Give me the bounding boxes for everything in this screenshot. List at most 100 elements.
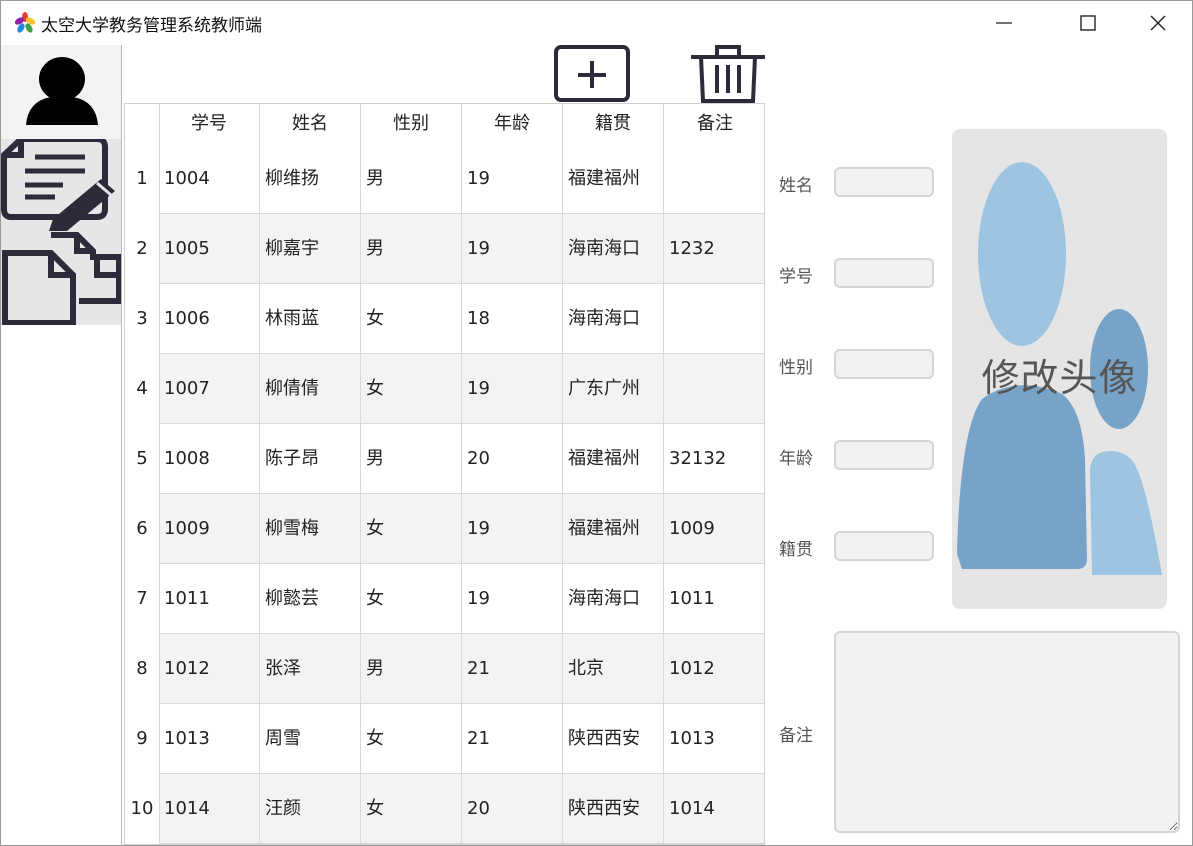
- cell-notes[interactable]: [664, 284, 764, 354]
- cell-name[interactable]: 张泽: [260, 634, 361, 704]
- header-origin[interactable]: 籍贯: [563, 104, 664, 144]
- cell-name[interactable]: 林雨蓝: [260, 284, 361, 354]
- table-row[interactable]: 3 1006 林雨蓝 女 18 海南海口: [125, 284, 764, 354]
- cell-student-id[interactable]: 1004: [159, 144, 260, 214]
- cell-origin[interactable]: 北京: [563, 634, 664, 704]
- maximize-button[interactable]: [1053, 1, 1123, 45]
- cell-notes[interactable]: 32132: [664, 424, 764, 494]
- row-number[interactable]: 5: [125, 424, 159, 494]
- table-row[interactable]: 2 1005 柳嘉宇 男 19 海南海口 1232: [125, 214, 764, 284]
- cell-age[interactable]: 18: [462, 284, 563, 354]
- table-row[interactable]: 7 1011 柳懿芸 女 19 海南海口 1011: [125, 564, 764, 634]
- age-field[interactable]: [834, 440, 934, 470]
- table-row[interactable]: 10 1014 汪颜 女 20 陕西西安 1014: [125, 774, 764, 844]
- origin-field[interactable]: [834, 531, 934, 561]
- cell-age[interactable]: 19: [462, 494, 563, 564]
- student-id-field[interactable]: [834, 258, 934, 288]
- cell-gender[interactable]: 男: [361, 634, 462, 704]
- delete-button[interactable]: [689, 45, 767, 103]
- cell-student-id[interactable]: 1009: [159, 494, 260, 564]
- table-row[interactable]: 5 1008 陈子昂 男 20 福建福州 32132: [125, 424, 764, 494]
- cell-age[interactable]: 21: [462, 704, 563, 774]
- cell-name[interactable]: 陈子昂: [260, 424, 361, 494]
- cell-notes[interactable]: 1011: [664, 564, 764, 634]
- cell-student-id[interactable]: 1008: [159, 424, 260, 494]
- cell-notes[interactable]: [664, 144, 764, 214]
- cell-student-id[interactable]: 1013: [159, 704, 260, 774]
- header-student-id[interactable]: 学号: [159, 104, 260, 144]
- cell-name[interactable]: 柳维扬: [260, 144, 361, 214]
- cell-notes[interactable]: 1014: [664, 774, 764, 844]
- header-gender[interactable]: 性别: [361, 104, 462, 144]
- cell-student-id[interactable]: 1014: [159, 774, 260, 844]
- avatar-button[interactable]: 修改头像: [952, 129, 1167, 609]
- row-number[interactable]: 10: [125, 774, 159, 844]
- cell-age[interactable]: 19: [462, 564, 563, 634]
- cell-notes[interactable]: 1012: [664, 634, 764, 704]
- table-row[interactable]: 4 1007 柳倩倩 女 19 广东广州: [125, 354, 764, 424]
- row-number[interactable]: 2: [125, 214, 159, 284]
- table-row[interactable]: 9 1013 周雪 女 21 陕西西安 1013: [125, 704, 764, 774]
- cell-age[interactable]: 21: [462, 634, 563, 704]
- cell-age[interactable]: 20: [462, 774, 563, 844]
- cell-origin[interactable]: 广东广州: [563, 354, 664, 424]
- cell-gender[interactable]: 女: [361, 494, 462, 564]
- cell-student-id[interactable]: 1006: [159, 284, 260, 354]
- cell-origin[interactable]: 福建福州: [563, 144, 664, 214]
- cell-student-id[interactable]: 1011: [159, 564, 260, 634]
- cell-name[interactable]: 柳懿芸: [260, 564, 361, 634]
- cell-origin[interactable]: 福建福州: [563, 424, 664, 494]
- gender-field[interactable]: [834, 349, 934, 379]
- header-name[interactable]: 姓名: [260, 104, 361, 144]
- cell-name[interactable]: 柳倩倩: [260, 354, 361, 424]
- row-number[interactable]: 3: [125, 284, 159, 354]
- cell-age[interactable]: 19: [462, 144, 563, 214]
- row-number[interactable]: 6: [125, 494, 159, 564]
- add-button[interactable]: [554, 45, 630, 103]
- cell-gender[interactable]: 女: [361, 774, 462, 844]
- cell-notes[interactable]: 1232: [664, 214, 764, 284]
- cell-origin[interactable]: 海南海口: [563, 564, 664, 634]
- cell-student-id[interactable]: 1007: [159, 354, 260, 424]
- row-number[interactable]: 7: [125, 564, 159, 634]
- cell-origin[interactable]: 福建福州: [563, 494, 664, 564]
- table-row[interactable]: 1 1004 柳维扬 男 19 福建福州: [125, 144, 764, 214]
- cell-gender[interactable]: 男: [361, 424, 462, 494]
- table-row[interactable]: 6 1009 柳雪梅 女 19 福建福州 1009: [125, 494, 764, 564]
- notes-field[interactable]: [834, 631, 1180, 833]
- cell-student-id[interactable]: 1005: [159, 214, 260, 284]
- cell-origin[interactable]: 陕西西安: [563, 704, 664, 774]
- name-field[interactable]: [834, 167, 934, 197]
- header-notes[interactable]: 备注: [664, 104, 764, 144]
- header-age[interactable]: 年龄: [462, 104, 563, 144]
- cell-origin[interactable]: 陕西西安: [563, 774, 664, 844]
- cell-gender[interactable]: 女: [361, 284, 462, 354]
- cell-origin[interactable]: 海南海口: [563, 284, 664, 354]
- sidebar-item-user[interactable]: [1, 45, 121, 139]
- row-number[interactable]: 9: [125, 704, 159, 774]
- cell-gender[interactable]: 女: [361, 704, 462, 774]
- cell-gender[interactable]: 女: [361, 564, 462, 634]
- cell-student-id[interactable]: 1012: [159, 634, 260, 704]
- cell-notes[interactable]: 1013: [664, 704, 764, 774]
- sidebar-item-files[interactable]: [1, 231, 122, 326]
- cell-name[interactable]: 汪颜: [260, 774, 361, 844]
- row-number[interactable]: 4: [125, 354, 159, 424]
- row-number[interactable]: 1: [125, 144, 159, 214]
- cell-name[interactable]: 周雪: [260, 704, 361, 774]
- cell-notes[interactable]: [664, 354, 764, 424]
- sidebar-item-edit[interactable]: [0, 136, 121, 231]
- cell-name[interactable]: 柳雪梅: [260, 494, 361, 564]
- cell-gender[interactable]: 男: [361, 214, 462, 284]
- cell-age[interactable]: 20: [462, 424, 563, 494]
- row-number[interactable]: 8: [125, 634, 159, 704]
- cell-name[interactable]: 柳嘉宇: [260, 214, 361, 284]
- cell-age[interactable]: 19: [462, 354, 563, 424]
- minimize-button[interactable]: [969, 1, 1039, 45]
- cell-gender[interactable]: 女: [361, 354, 462, 424]
- cell-gender[interactable]: 男: [361, 144, 462, 214]
- table-row[interactable]: 8 1012 张泽 男 21 北京 1012: [125, 634, 764, 704]
- cell-age[interactable]: 19: [462, 214, 563, 284]
- close-button[interactable]: [1123, 1, 1193, 45]
- cell-origin[interactable]: 海南海口: [563, 214, 664, 284]
